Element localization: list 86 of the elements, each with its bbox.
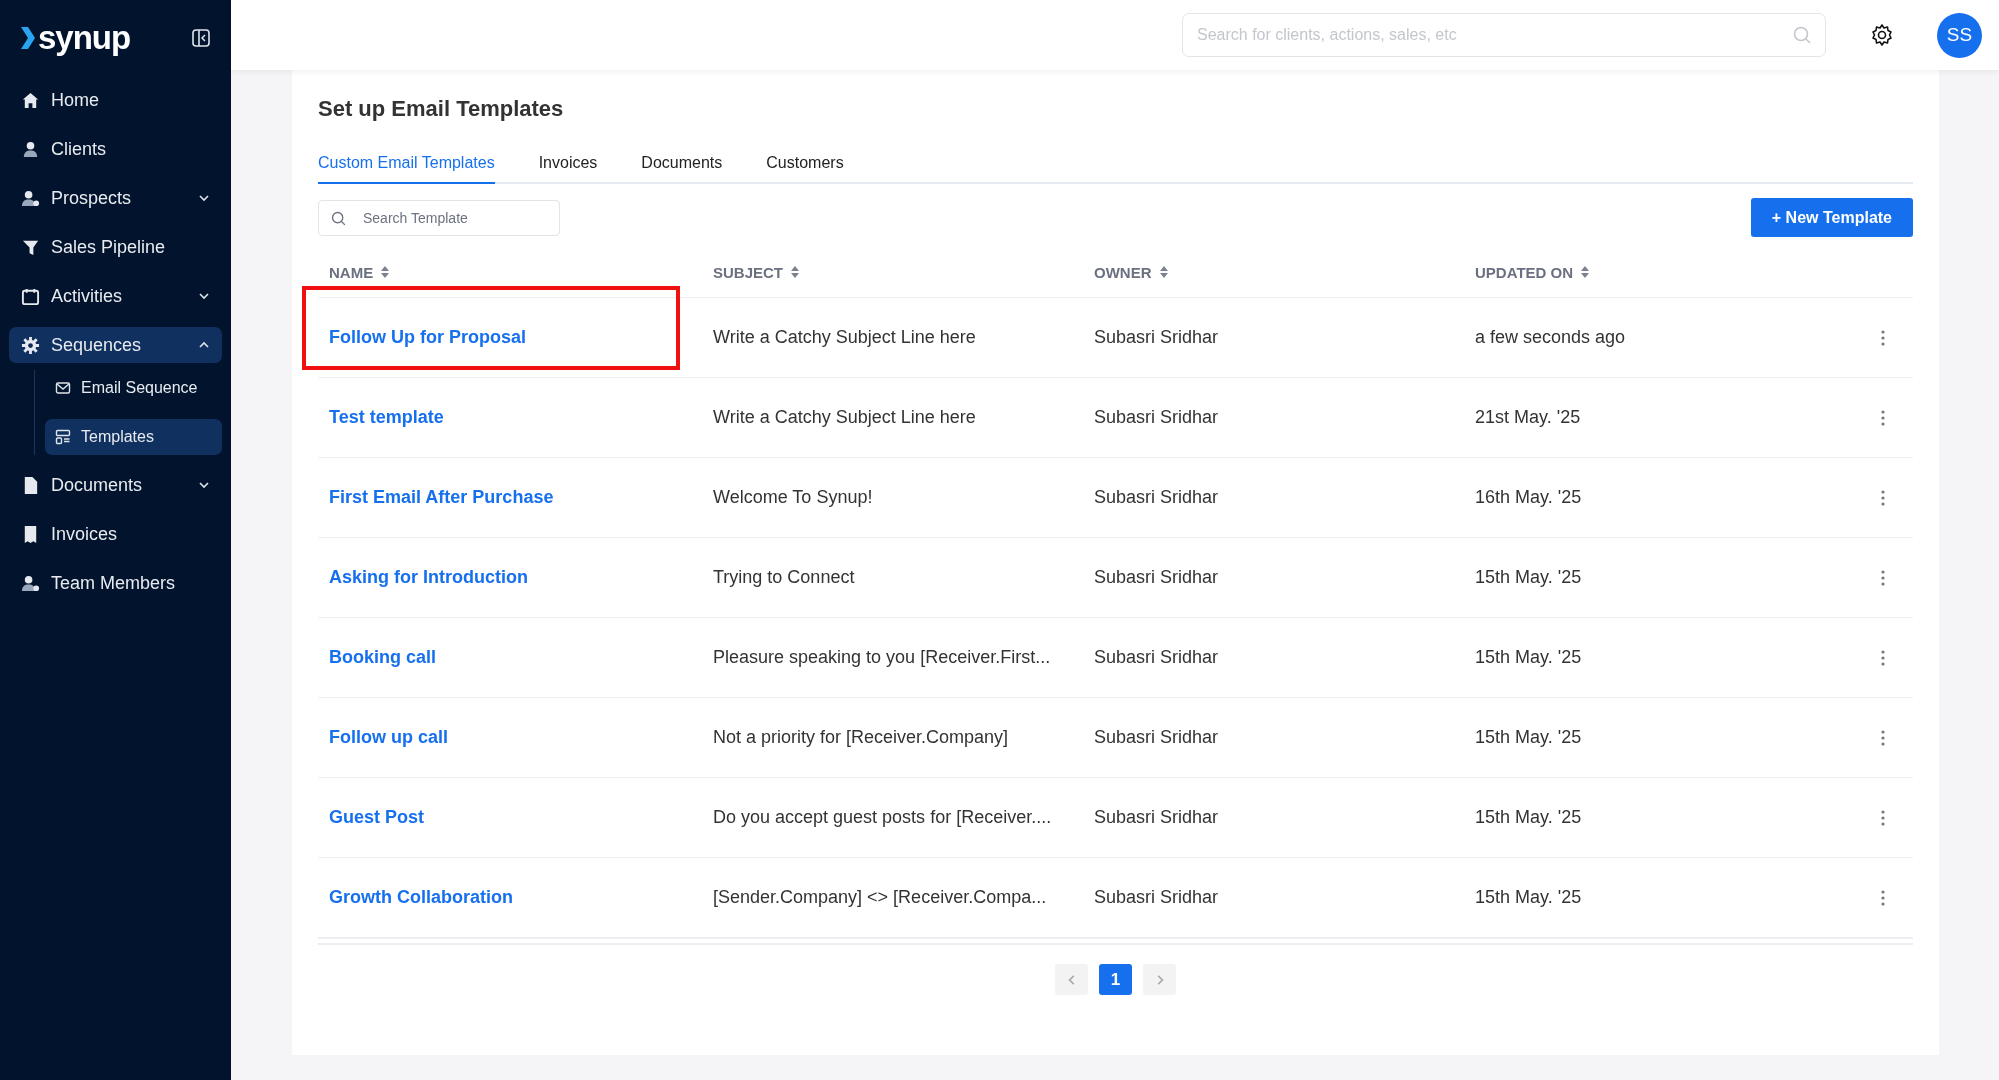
column-header[interactable]: UPDATED ON bbox=[1475, 263, 1590, 281]
table-cell: 15th May. '25 bbox=[1475, 887, 1582, 908]
column-header[interactable]: NAME bbox=[329, 263, 390, 281]
sort-icon bbox=[791, 266, 799, 278]
chevron-icon bbox=[198, 192, 210, 204]
sort-icon bbox=[1581, 266, 1590, 278]
sidebar-item[interactable]: Invoices bbox=[9, 516, 222, 552]
table-cell: Subasri Sridhar bbox=[1094, 887, 1219, 908]
table-cell: Subasri Sridhar bbox=[1094, 807, 1219, 828]
calendar-icon bbox=[21, 286, 40, 306]
table-cell: a few seconds ago bbox=[1475, 327, 1626, 348]
table-cell: 21st May. '25 bbox=[1475, 407, 1581, 428]
layout-icon bbox=[55, 429, 71, 445]
chevron-icon bbox=[198, 290, 210, 302]
table-cell: Trying to Connect bbox=[713, 567, 855, 588]
table-cell: Subasri Sridhar bbox=[1094, 727, 1219, 748]
sort-icon bbox=[381, 266, 390, 278]
more-options-icon[interactable] bbox=[1881, 729, 1885, 746]
search-field[interactable]: Search for clients, actions, sales, etc bbox=[1182, 13, 1826, 57]
more-options-icon[interactable] bbox=[1881, 409, 1885, 426]
sidebar-item[interactable]: Prospects bbox=[9, 180, 222, 216]
more-options-icon[interactable] bbox=[1881, 649, 1885, 666]
user-avatar[interactable]: SS bbox=[1937, 12, 1982, 58]
template-link[interactable]: Test template bbox=[329, 407, 444, 427]
template-link[interactable]: Booking call bbox=[329, 647, 436, 667]
table-cell: Write a Catchy Subject Line here bbox=[713, 407, 976, 428]
table-cell: Subasri Sridhar bbox=[1094, 647, 1219, 668]
table-cell: 16th May. '25 bbox=[1475, 487, 1582, 508]
sidebar-subitem[interactable]: Templates bbox=[45, 419, 222, 455]
table-cell: Subasri Sridhar bbox=[1094, 487, 1219, 508]
table-cell: Welcome To Synup! bbox=[713, 487, 873, 508]
people-icon bbox=[21, 573, 40, 593]
people-icon bbox=[21, 188, 40, 208]
table-cell: Do you accept guest posts for [Receiver.... bbox=[713, 807, 1052, 828]
tab[interactable]: Customers bbox=[766, 148, 844, 184]
settings-icon[interactable] bbox=[1870, 23, 1894, 47]
sidebar-item[interactable]: Activities bbox=[9, 278, 222, 314]
template-link[interactable]: First Email After Purchase bbox=[329, 487, 554, 507]
person-icon bbox=[21, 139, 40, 159]
new-template-button[interactable]: + New Template bbox=[1750, 198, 1913, 237]
tab[interactable]: Documents bbox=[641, 148, 723, 184]
template-link[interactable]: Follow Up for Proposal bbox=[329, 327, 526, 347]
sidebar-toggle-icon[interactable] bbox=[192, 29, 210, 47]
tab[interactable]: Invoices bbox=[538, 148, 598, 184]
more-options-icon[interactable] bbox=[1881, 809, 1885, 826]
column-header[interactable]: OWNER bbox=[1094, 263, 1168, 281]
envelope-icon bbox=[55, 380, 71, 396]
sidebar-item[interactable]: Sequences bbox=[9, 327, 222, 363]
sidebar-item[interactable]: Documents bbox=[9, 467, 222, 503]
table-cell: Not a priority for [Receiver.Company] bbox=[713, 727, 1009, 748]
table-cell: Subasri Sridhar bbox=[1094, 407, 1219, 428]
search-field[interactable]: Search Template bbox=[318, 199, 560, 236]
gear-icon bbox=[21, 335, 40, 355]
chevron-logo-icon bbox=[21, 26, 35, 50]
search-icon bbox=[1792, 25, 1812, 45]
table-cell: 15th May. '25 bbox=[1475, 567, 1582, 588]
template-link[interactable]: Growth Collaboration bbox=[329, 887, 513, 907]
sidebar-item[interactable]: Team Members bbox=[9, 565, 222, 601]
sidebar-item[interactable]: Clients bbox=[9, 131, 222, 167]
tab[interactable]: Custom Email Templates bbox=[318, 148, 495, 184]
table-cell: 15th May. '25 bbox=[1475, 727, 1582, 748]
table-cell: Subasri Sridhar bbox=[1094, 567, 1219, 588]
template-link[interactable]: Follow up call bbox=[329, 727, 448, 747]
more-options-icon[interactable] bbox=[1881, 329, 1885, 346]
page-button[interactable]: 1 bbox=[1099, 964, 1132, 995]
table-cell: Subasri Sridhar bbox=[1094, 327, 1219, 348]
sidebar-subitem[interactable]: Email Sequence bbox=[45, 370, 222, 406]
search-icon bbox=[330, 209, 347, 227]
table-cell: 15th May. '25 bbox=[1475, 807, 1582, 828]
sidebar-item[interactable]: Sales Pipeline bbox=[9, 229, 222, 265]
sort-icon bbox=[1159, 266, 1168, 278]
logo-text: synup bbox=[38, 19, 131, 57]
page-title: Set up Email Templates bbox=[318, 96, 565, 122]
table-cell: Write a Catchy Subject Line here bbox=[713, 327, 976, 348]
chevron-icon bbox=[198, 479, 210, 491]
template-link[interactable]: Asking for Introduction bbox=[329, 567, 528, 587]
table-cell: [Sender.Company] <> [Receiver.Compa... bbox=[713, 887, 1047, 908]
template-link[interactable]: Guest Post bbox=[329, 807, 425, 827]
column-header[interactable]: SUBJECT bbox=[713, 263, 799, 281]
table-cell: 15th May. '25 bbox=[1475, 647, 1582, 668]
more-options-icon[interactable] bbox=[1881, 489, 1885, 506]
more-options-icon[interactable] bbox=[1881, 569, 1885, 586]
table-cell: Pleasure speaking to you [Receiver.First... bbox=[713, 647, 1051, 668]
home-icon bbox=[21, 90, 40, 110]
more-options-icon[interactable] bbox=[1881, 889, 1885, 906]
sidebar-item[interactable]: Home bbox=[9, 82, 222, 118]
